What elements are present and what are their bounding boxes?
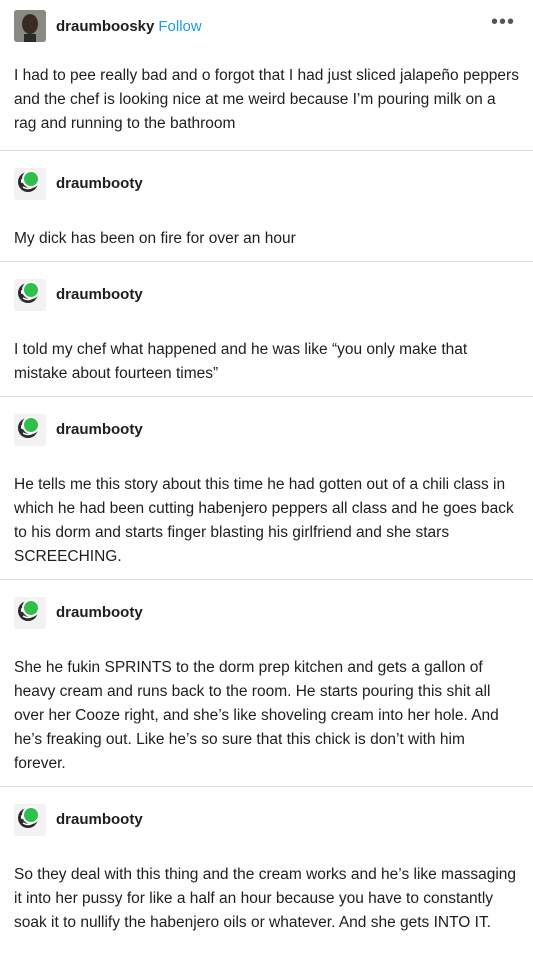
reblog-author[interactable]: draumbooty: [56, 811, 143, 828]
reblog-icon: [22, 281, 40, 299]
reblog-item: draumbooty She he fukin SPRINTS to the do…: [0, 579, 533, 786]
post-text: I had to pee really bad and o forgot tha…: [14, 67, 519, 132]
follow-button[interactable]: Follow: [158, 18, 201, 35]
ellipsis-icon[interactable]: •••: [491, 12, 515, 32]
post-author[interactable]: draumboosky Follow: [56, 18, 202, 35]
reblog-trail: draumbooty My dick has been on fire for o…: [0, 150, 533, 963]
reblog-icon: [22, 806, 40, 824]
reblog-text: He tells me this story about this time h…: [14, 476, 514, 565]
reblog-item: draumbooty So they deal with this thing a…: [0, 786, 533, 963]
reblog-author[interactable]: draumbooty: [56, 604, 143, 621]
reblog-author[interactable]: draumbooty: [56, 421, 143, 438]
post-header: draumboosky Follow •••: [0, 0, 533, 54]
reblog-item: draumbooty I told my chef what happened a…: [0, 261, 533, 396]
author-name[interactable]: draumboosky: [56, 18, 154, 35]
reblog-author[interactable]: draumbooty: [56, 286, 143, 303]
reblog-icon: [22, 599, 40, 617]
reblog-item: draumbooty He tells me this story about t…: [0, 396, 533, 579]
avatar[interactable]: [14, 10, 46, 42]
reblog-icon: [22, 416, 40, 434]
reblog-text: She he fukin SPRINTS to the dorm prep ki…: [14, 659, 499, 772]
reblog-text: My dick has been on fire for over an hou…: [14, 230, 296, 247]
reblog-icon: [22, 170, 40, 188]
reblog-text: I told my chef what happened and he was …: [14, 341, 468, 382]
reblog-item: draumbooty My dick has been on fire for o…: [0, 150, 533, 261]
reblog-text: So they deal with this thing and the cre…: [14, 866, 517, 931]
reblog-author[interactable]: draumbooty: [56, 175, 143, 192]
